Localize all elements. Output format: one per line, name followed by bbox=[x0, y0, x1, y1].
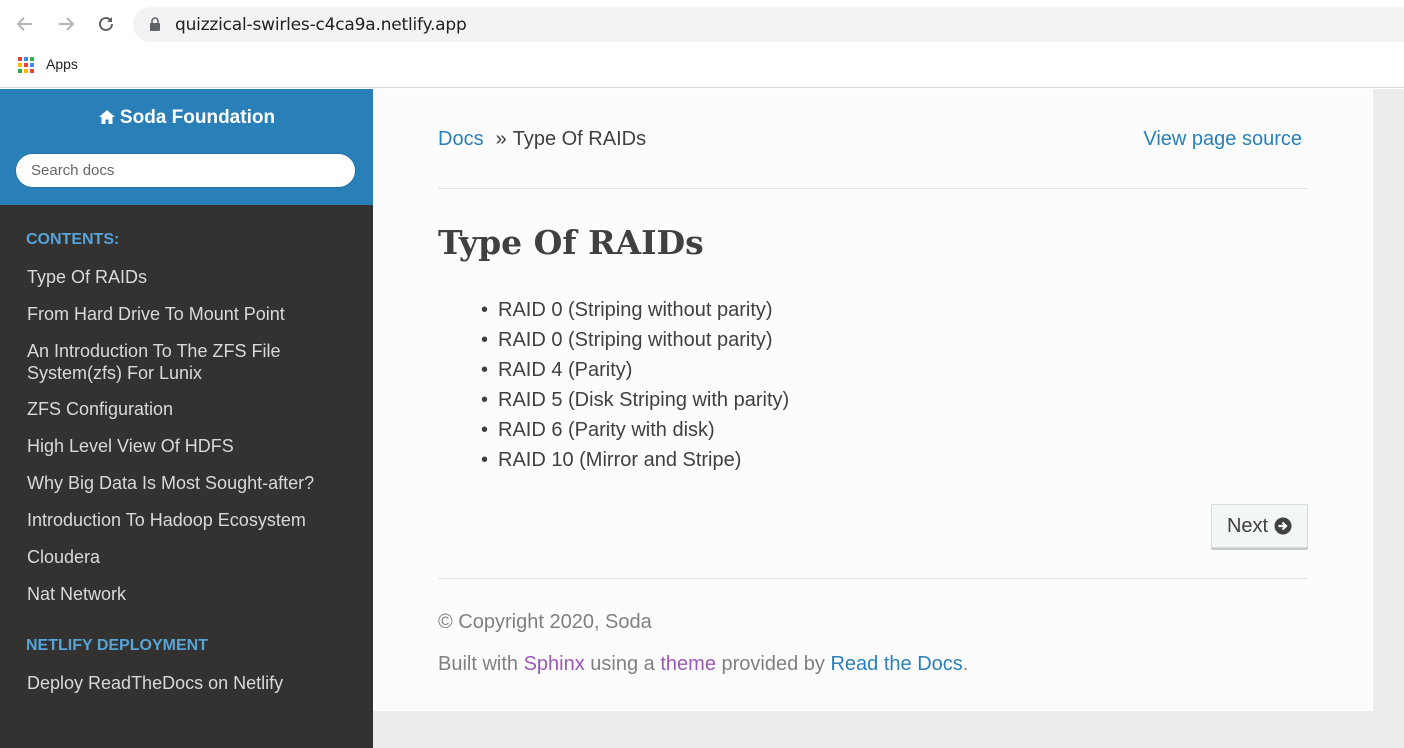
home-icon bbox=[98, 110, 115, 124]
brand-link[interactable]: Soda Foundation bbox=[0, 107, 373, 129]
sphinx-link[interactable]: Sphinx bbox=[524, 653, 585, 675]
toc-item[interactable]: An Introduction To The ZFS File System(z… bbox=[27, 340, 347, 384]
toc-link[interactable]: Nat Network bbox=[27, 584, 126, 604]
toc-item[interactable]: Why Big Data Is Most Sought-after? bbox=[27, 472, 347, 494]
caption-contents: CONTENTS: bbox=[26, 231, 120, 248]
toc-link[interactable]: Why Big Data Is Most Sought-after? bbox=[27, 473, 314, 493]
next-label: Next bbox=[1226, 514, 1269, 537]
toc-item[interactable]: High Level View Of HDFS bbox=[27, 435, 347, 457]
copyright: © Copyright 2020, Soda bbox=[438, 611, 652, 633]
list-item: RAID 5 (Disk Striping with parity) bbox=[481, 385, 789, 415]
breadcrumb-docs-link[interactable]: Docs bbox=[438, 128, 484, 150]
toc-item[interactable]: Nat Network bbox=[27, 583, 347, 605]
next-button[interactable]: Next bbox=[1211, 504, 1308, 548]
toc-contents: Type Of RAIDs From Hard Drive To Mount P… bbox=[27, 266, 347, 620]
raid-list: RAID 0 (Striping without parity) RAID 0 … bbox=[481, 295, 789, 475]
toc-link[interactable]: From Hard Drive To Mount Point bbox=[27, 304, 285, 324]
toc-link[interactable]: Deploy ReadTheDocs on Netlify bbox=[27, 673, 283, 693]
back-button[interactable] bbox=[13, 12, 37, 36]
url-text: quizzical-swirles-c4ca9a.netlify.app bbox=[175, 15, 467, 35]
arrow-left-icon bbox=[16, 17, 32, 31]
theme-link[interactable]: theme bbox=[660, 653, 716, 675]
bookmarks-bar: Apps bbox=[0, 48, 1404, 88]
list-item: RAID 0 (Striping without parity) bbox=[481, 325, 789, 355]
divider bbox=[438, 188, 1308, 189]
list-item: RAID 4 (Parity) bbox=[481, 355, 789, 385]
apps-icon[interactable] bbox=[18, 57, 34, 73]
built-using: using a bbox=[584, 653, 661, 675]
toc-link[interactable]: An Introduction To The ZFS File System(z… bbox=[27, 341, 280, 383]
content-wrapper: Docs» Type Of RAIDs View page source Type… bbox=[373, 89, 1404, 748]
sidebar-header: Soda Foundation bbox=[0, 89, 373, 205]
brand-name: Soda Foundation bbox=[119, 107, 276, 128]
reload-icon bbox=[99, 16, 113, 31]
toc-netlify: Deploy ReadTheDocs on Netlify bbox=[27, 672, 347, 709]
toc-link[interactable]: Type Of RAIDs bbox=[27, 267, 147, 287]
toc-item[interactable]: Cloudera bbox=[27, 546, 347, 568]
breadcrumb-separator: » bbox=[495, 128, 507, 150]
toc-link[interactable]: Cloudera bbox=[27, 547, 100, 567]
caption-netlify: NETLIFY DEPLOYMENT bbox=[26, 637, 208, 654]
read-the-docs-link[interactable]: Read the Docs bbox=[830, 653, 962, 675]
toc-item[interactable]: From Hard Drive To Mount Point bbox=[27, 303, 347, 325]
search-input[interactable] bbox=[15, 153, 356, 188]
address-bar[interactable]: quizzical-swirles-c4ca9a.netlify.app bbox=[133, 7, 1404, 42]
list-item: RAID 0 (Striping without parity) bbox=[481, 295, 789, 325]
built-period: . bbox=[962, 653, 969, 675]
forward-button[interactable] bbox=[54, 12, 78, 36]
page-title: Type Of RAIDs bbox=[438, 223, 704, 262]
toc-item[interactable]: Deploy ReadTheDocs on Netlify bbox=[27, 672, 347, 694]
list-item: RAID 10 (Mirror and Stripe) bbox=[481, 445, 789, 475]
toc-link[interactable]: Introduction To Hadoop Ecosystem bbox=[27, 510, 306, 530]
toc-item[interactable]: Introduction To Hadoop Ecosystem bbox=[27, 509, 347, 531]
arrow-right-icon bbox=[59, 17, 75, 31]
breadcrumb: Docs » Type Of RAIDs bbox=[438, 128, 646, 151]
toc-item[interactable]: Type Of RAIDs bbox=[27, 266, 347, 288]
content-panel: Docs» Type Of RAIDs View page source Type… bbox=[373, 89, 1373, 711]
lock-icon bbox=[150, 17, 160, 31]
breadcrumb-current: Type Of RAIDs bbox=[512, 128, 647, 150]
built-prefix: Built with bbox=[438, 653, 524, 675]
toc-link[interactable]: ZFS Configuration bbox=[27, 399, 173, 419]
toc-item[interactable]: ZFS Configuration bbox=[27, 398, 347, 420]
sidebar: Soda Foundation CONTENTS: Type Of RAIDs … bbox=[0, 89, 373, 748]
arrow-circle-right-icon bbox=[1274, 517, 1292, 535]
view-source-link[interactable]: View page source bbox=[1143, 128, 1302, 151]
reload-button[interactable] bbox=[94, 12, 118, 36]
browser-toolbar: quizzical-swirles-c4ca9a.netlify.app bbox=[0, 0, 1404, 48]
list-item: RAID 6 (Parity with disk) bbox=[481, 415, 789, 445]
apps-bookmark[interactable]: Apps bbox=[46, 56, 78, 72]
toc-link[interactable]: High Level View Of HDFS bbox=[27, 436, 234, 456]
built-provided: provided by bbox=[715, 653, 831, 675]
divider bbox=[438, 578, 1308, 579]
built-with: Built with Sphinx using a theme provided… bbox=[438, 653, 968, 676]
